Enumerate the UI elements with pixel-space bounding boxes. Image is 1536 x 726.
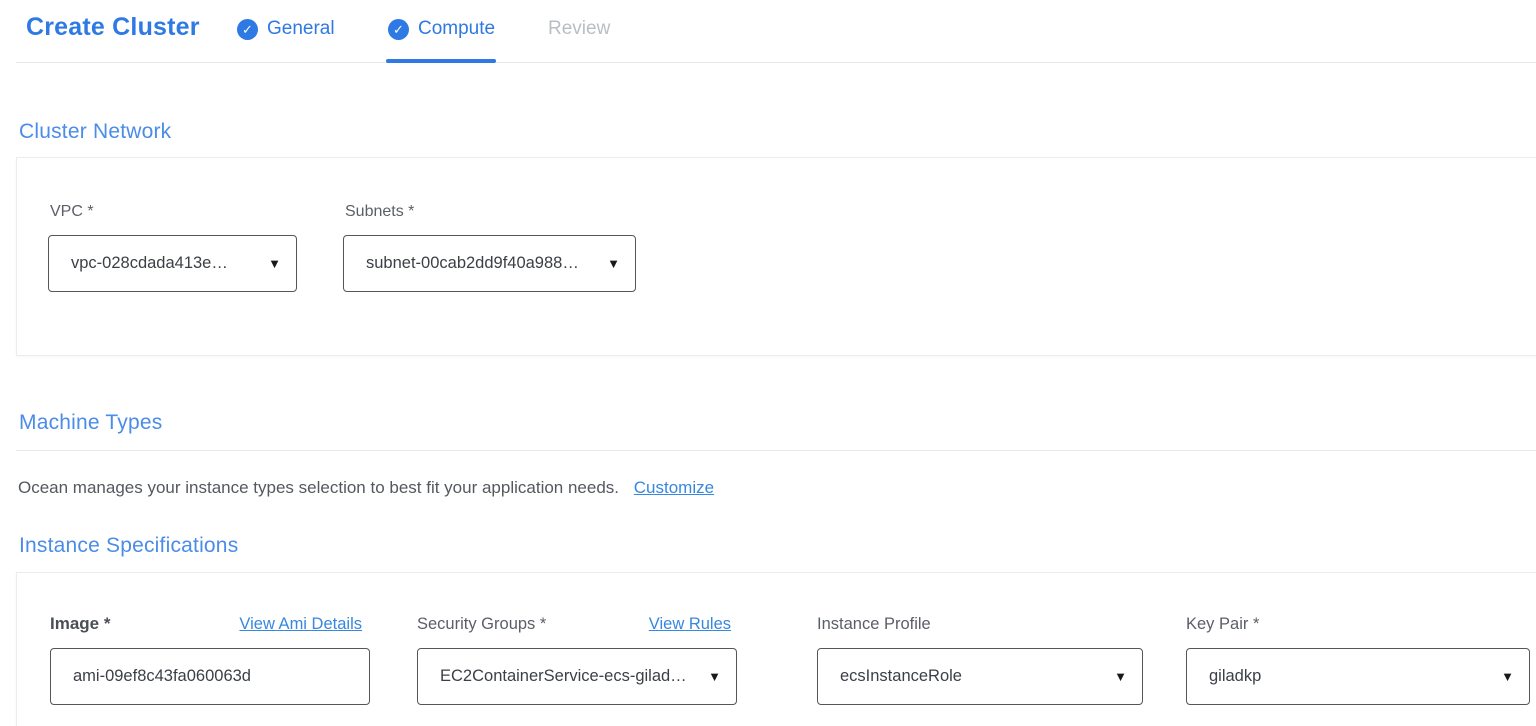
caret-down-icon: ▼ — [607, 257, 620, 270]
machine-types-description: Ocean manages your instance types select… — [18, 478, 714, 498]
image-input[interactable] — [50, 648, 370, 705]
page-title: Create Cluster — [26, 13, 200, 42]
machine-types-divider — [16, 450, 1536, 451]
tab-compute[interactable]: ✓ Compute — [388, 16, 495, 42]
subnets-select-value: subnet-00cab2dd9f40a988… — [366, 254, 579, 273]
key-pair-select[interactable]: giladkp ▼ — [1186, 648, 1530, 705]
image-label-row: Image * View Ami Details — [50, 613, 362, 635]
key-pair-select-value: giladkp — [1209, 667, 1261, 686]
instance-profile-select[interactable]: ecsInstanceRole ▼ — [817, 648, 1143, 705]
instance-profile-label-row: Instance Profile — [817, 613, 1143, 635]
instance-profile-label: Instance Profile — [817, 615, 931, 634]
instance-specifications-heading: Instance Specifications — [19, 534, 238, 558]
machine-types-heading: Machine Types — [19, 411, 162, 435]
tab-review-label: Review — [548, 18, 610, 40]
cluster-network-heading: Cluster Network — [19, 120, 171, 144]
check-icon: ✓ — [237, 19, 258, 40]
security-groups-select-value: EC2ContainerService-ecs-gilad… — [440, 667, 687, 686]
tab-review[interactable]: Review — [548, 16, 610, 42]
vpc-select[interactable]: vpc-028cdada413e… ▼ — [48, 235, 297, 292]
view-rules-link[interactable]: View Rules — [649, 615, 731, 634]
caret-down-icon: ▼ — [1114, 670, 1127, 683]
tabs-divider — [16, 62, 1536, 63]
instance-profile-select-value: ecsInstanceRole — [840, 667, 962, 686]
customize-link[interactable]: Customize — [634, 478, 714, 497]
key-pair-label: Key Pair * — [1186, 615, 1259, 634]
view-ami-details-link[interactable]: View Ami Details — [239, 615, 362, 634]
security-groups-label: Security Groups * — [417, 615, 546, 634]
vpc-select-value: vpc-028cdada413e… — [71, 254, 228, 273]
subnets-select[interactable]: subnet-00cab2dd9f40a988… ▼ — [343, 235, 636, 292]
active-tab-underline — [386, 59, 496, 63]
machine-types-description-text: Ocean manages your instance types select… — [18, 478, 619, 497]
security-groups-label-row: Security Groups * View Rules — [417, 613, 731, 635]
caret-down-icon: ▼ — [268, 257, 281, 270]
image-label: Image * — [50, 614, 110, 634]
tab-general[interactable]: ✓ General — [237, 16, 335, 42]
tab-general-label: General — [267, 18, 335, 40]
security-groups-select[interactable]: EC2ContainerService-ecs-gilad… ▼ — [417, 648, 737, 705]
caret-down-icon: ▼ — [708, 670, 721, 683]
create-cluster-wizard: Create Cluster ✓ General ✓ Compute Revie… — [0, 0, 1536, 726]
tab-compute-label: Compute — [418, 18, 495, 40]
vpc-label: VPC * — [50, 203, 94, 221]
caret-down-icon: ▼ — [1501, 670, 1514, 683]
key-pair-label-row: Key Pair * — [1186, 613, 1530, 635]
subnets-label: Subnets * — [345, 203, 414, 221]
check-icon: ✓ — [388, 19, 409, 40]
